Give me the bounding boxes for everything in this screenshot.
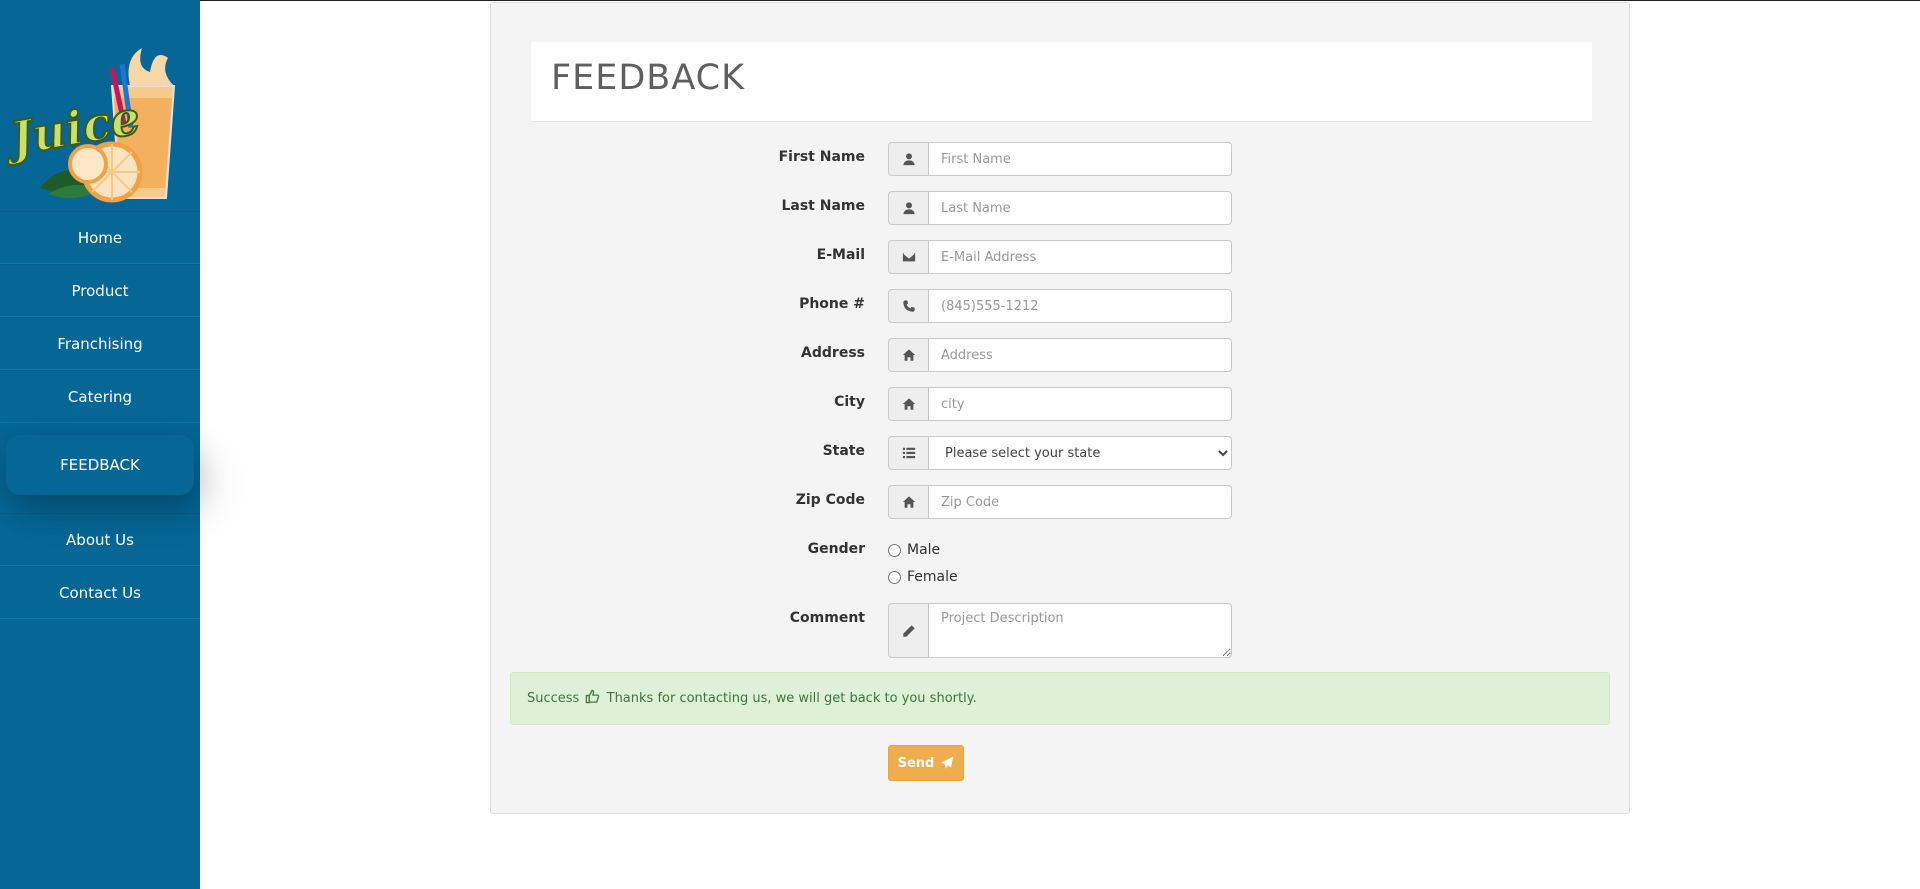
comment-row: Comment [491, 603, 1631, 658]
city-group [888, 387, 1232, 421]
zip-row: Zip Code [491, 485, 1631, 519]
address-label: Address [801, 345, 865, 361]
state-group: Please select your state [888, 436, 1232, 470]
first-name-label: First Name [778, 149, 865, 165]
sidebar-item-product[interactable]: Product [0, 264, 200, 317]
state-label: State [822, 443, 865, 459]
first-name-input[interactable] [928, 142, 1232, 176]
gender-row: Gender Male Female [491, 534, 1631, 594]
user-icon [888, 142, 928, 176]
gender-female-option[interactable]: Female [888, 569, 958, 585]
home-icon [888, 338, 928, 372]
first-name-row: First Name [491, 142, 1631, 176]
page-title: FEEDBACK [551, 58, 746, 98]
envelope-icon [888, 240, 928, 274]
email-group [888, 240, 1232, 274]
last-name-row: Last Name [491, 191, 1631, 225]
address-row: Address [491, 338, 1631, 372]
comment-label: Comment [789, 610, 865, 626]
comment-textarea[interactable] [928, 603, 1232, 658]
gender-label: Gender [807, 541, 865, 557]
home-icon [888, 387, 928, 421]
feedback-panel: FEEDBACK First Name Last Name E-Mail Pho… [490, 2, 1630, 814]
success-alert: Success Thanks for contacting us, we wil… [510, 672, 1610, 725]
last-name-group [888, 191, 1232, 225]
zip-group [888, 485, 1232, 519]
sidebar-nav: Home Product Franchising Catering FEEDBA… [0, 211, 200, 619]
email-label: E-Mail [816, 247, 865, 263]
last-name-input[interactable] [928, 191, 1232, 225]
zip-label: Zip Code [795, 492, 865, 508]
phone-row: Phone # [491, 289, 1631, 323]
city-label: City [834, 394, 865, 410]
juice-logo[interactable]: Juice [0, 28, 180, 208]
gender-female-label: Female [907, 569, 958, 585]
alert-strong: Success [527, 691, 580, 706]
address-group [888, 338, 1232, 372]
pencil-icon [888, 603, 928, 658]
user-icon [888, 191, 928, 225]
top-border [0, 0, 1920, 1]
city-row: City [491, 387, 1631, 421]
sidebar-item-contact-us[interactable]: Contact Us [0, 566, 200, 619]
sidebar-item-feedback[interactable]: FEEDBACK [6, 435, 194, 495]
sidebar-item-catering[interactable]: Catering [0, 370, 200, 423]
gender-female-radio[interactable] [888, 570, 901, 584]
sidebar-item-home[interactable]: Home [0, 211, 200, 264]
gender-male-label: Male [907, 542, 941, 558]
phone-label: Phone # [799, 296, 865, 312]
first-name-group [888, 142, 1232, 176]
send-button-label: Send [897, 755, 935, 771]
list-icon [888, 436, 928, 470]
gender-male-option[interactable]: Male [888, 542, 940, 558]
zip-input[interactable] [928, 485, 1232, 519]
home-icon [888, 485, 928, 519]
paper-plane-icon [941, 756, 954, 769]
sidebar-item-franchising[interactable]: Franchising [0, 317, 200, 370]
phone-input[interactable] [928, 289, 1232, 323]
alert-message: Thanks for contacting us, we will get ba… [606, 691, 977, 706]
city-input[interactable] [928, 387, 1232, 421]
sidebar: Juice Home Product Franchising Catering … [0, 0, 200, 889]
last-name-label: Last Name [781, 198, 865, 214]
send-button[interactable]: Send [888, 745, 964, 781]
sidebar-item-about-us[interactable]: About Us [0, 513, 200, 566]
page-header: FEEDBACK [531, 42, 1592, 122]
email-input[interactable] [928, 240, 1232, 274]
email-row: E-Mail [491, 240, 1631, 274]
state-select[interactable]: Please select your state [928, 436, 1232, 470]
thumbs-up-icon [586, 689, 600, 704]
address-input[interactable] [928, 338, 1232, 372]
comment-group [888, 603, 1232, 658]
state-row: State Please select your state [491, 436, 1631, 470]
gender-male-radio[interactable] [888, 543, 901, 557]
phone-group [888, 289, 1232, 323]
phone-icon [888, 289, 928, 323]
